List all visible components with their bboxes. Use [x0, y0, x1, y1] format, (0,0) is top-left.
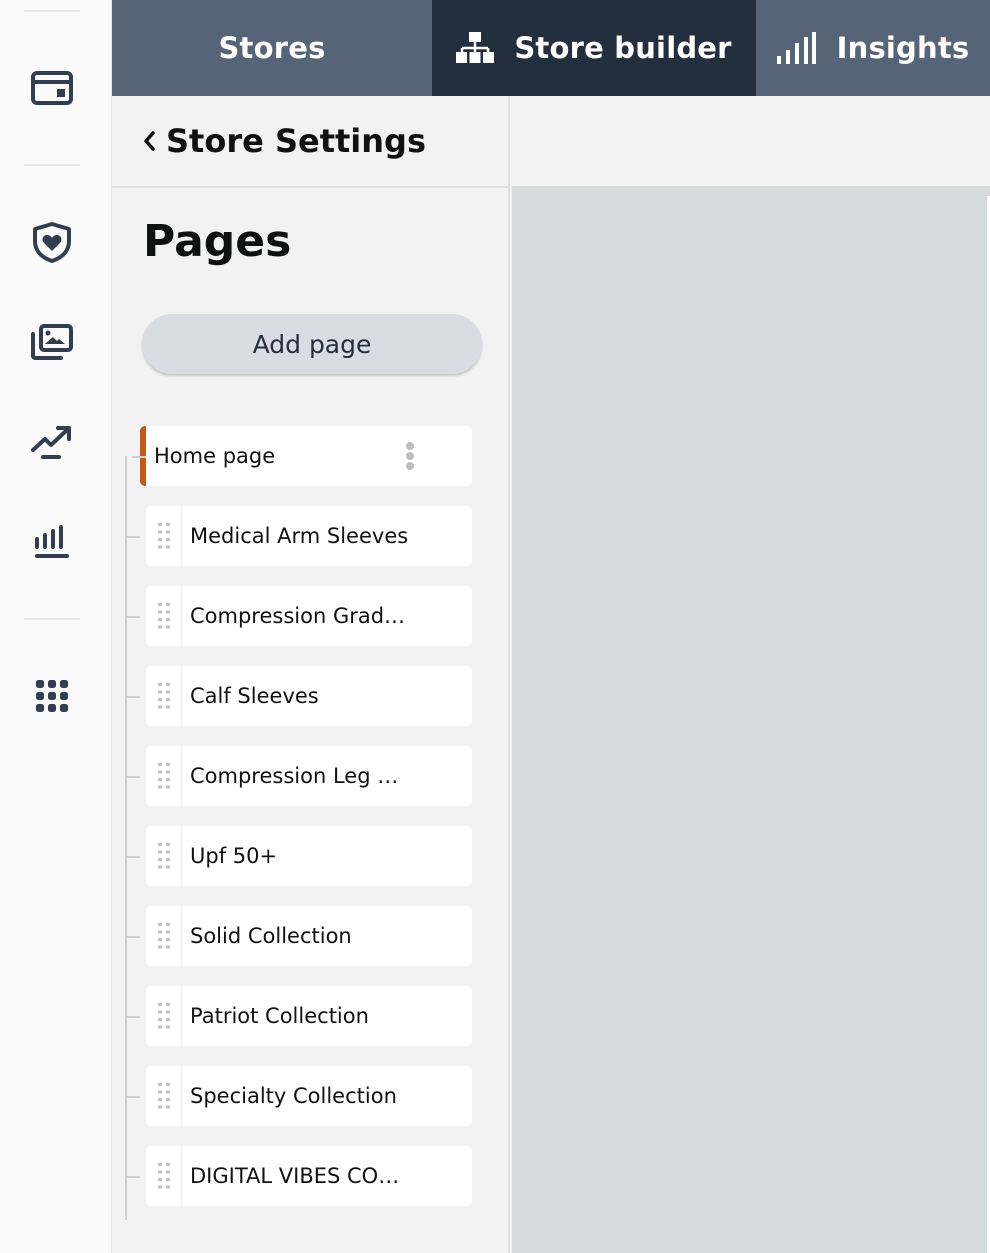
page-item[interactable]: Solid Collection: [126, 906, 472, 966]
tree-branch: [126, 1016, 140, 1018]
drag-handle-icon[interactable]: [146, 986, 182, 1046]
chevron-left-icon: [142, 129, 156, 153]
page-item-label: Patriot Collection: [190, 1004, 369, 1028]
page-item-home[interactable]: Home page: [132, 426, 472, 486]
tree-branch: [126, 1176, 140, 1178]
page-item[interactable]: Upf 50+: [126, 826, 472, 886]
page-item-label: Medical Arm Sleeves: [190, 524, 409, 548]
rail-item-brand-safety[interactable]: [28, 218, 76, 266]
trending-up-icon: [31, 426, 71, 459]
left-rail: [0, 0, 112, 1253]
page-item[interactable]: Compression Grad…: [126, 586, 472, 646]
tab-label: Insights: [836, 31, 970, 65]
rail-divider: [24, 618, 80, 620]
drag-handle-icon[interactable]: [146, 506, 182, 566]
signal-bars-icon: [776, 32, 817, 64]
page-item-label: Solid Collection: [190, 924, 352, 948]
page-item-label: Compression Grad…: [190, 604, 406, 628]
rail-item-trends[interactable]: [28, 418, 76, 466]
more-options-icon[interactable]: [404, 442, 416, 470]
tree-branch: [126, 616, 140, 618]
tree-branch: [126, 936, 140, 938]
page-item[interactable]: Calf Sleeves: [126, 666, 472, 726]
canvas-toolbar-area: [512, 96, 990, 186]
drag-handle-icon[interactable]: [146, 666, 182, 726]
rail-item-apps[interactable]: [28, 672, 76, 720]
page-item-label: DIGITAL VIBES CO…: [190, 1164, 400, 1188]
sitemap-icon: [456, 32, 495, 64]
shield-heart-icon: [33, 222, 71, 263]
apps-grid-icon: [36, 680, 68, 712]
page-item[interactable]: Patriot Collection: [126, 986, 472, 1046]
page-item-label: Specialty Collection: [190, 1084, 397, 1108]
page-item-label: Upf 50+: [190, 844, 278, 868]
drag-handle-icon[interactable]: [146, 906, 182, 966]
tab-insights[interactable]: Insights: [756, 0, 990, 96]
tab-label: Store builder: [514, 31, 732, 65]
drag-handle-icon[interactable]: [146, 586, 182, 646]
page-item-label: Compression Leg …: [190, 764, 399, 788]
back-to-store-settings-link[interactable]: Store Settings: [142, 122, 426, 160]
back-link-label: Store Settings: [166, 122, 426, 160]
add-page-button[interactable]: Add page: [142, 314, 482, 374]
tab-store-builder[interactable]: Store builder: [432, 0, 756, 96]
store-preview-canvas[interactable]: [512, 186, 990, 1253]
top-tab-bar: Stores Store builder Insights: [112, 0, 990, 96]
rail-item-payments[interactable]: [28, 64, 76, 112]
page-item[interactable]: Compression Leg …: [126, 746, 472, 806]
panel-header: Store Settings: [112, 96, 508, 188]
image-gallery-icon: [31, 324, 73, 360]
page-item[interactable]: Medical Arm Sleeves: [126, 506, 472, 566]
drag-handle-icon[interactable]: [146, 826, 182, 886]
tree-branch: [126, 776, 140, 778]
page-item[interactable]: DIGITAL VIBES CO…: [126, 1146, 472, 1206]
page-item-label: Calf Sleeves: [190, 684, 319, 708]
tree-connector: [125, 456, 127, 1220]
bar-chart-icon: [35, 525, 69, 558]
rail-item-reports[interactable]: [28, 518, 76, 566]
tree-branch: [132, 456, 146, 458]
drag-handle-icon[interactable]: [146, 1146, 182, 1206]
drag-handle-icon[interactable]: [146, 746, 182, 806]
page-title: Pages: [143, 216, 292, 267]
credit-card-icon: [31, 71, 73, 105]
tree-branch: [126, 696, 140, 698]
tab-label: Stores: [218, 31, 326, 65]
tree-branch: [126, 536, 140, 538]
tree-branch: [126, 856, 140, 858]
rail-divider: [24, 164, 80, 166]
rail-item-media[interactable]: [28, 318, 76, 366]
page-item-label: Home page: [154, 444, 276, 468]
tab-stores[interactable]: Stores: [112, 0, 432, 96]
pages-panel: Store Settings Pages Add page Home page …: [112, 96, 510, 1253]
app-root: Stores Store builder Insights Store Sett…: [0, 0, 990, 1253]
page-item[interactable]: Specialty Collection: [126, 1066, 472, 1126]
tree-branch: [126, 1096, 140, 1098]
rail-divider: [24, 10, 80, 12]
drag-handle-icon[interactable]: [146, 1066, 182, 1126]
